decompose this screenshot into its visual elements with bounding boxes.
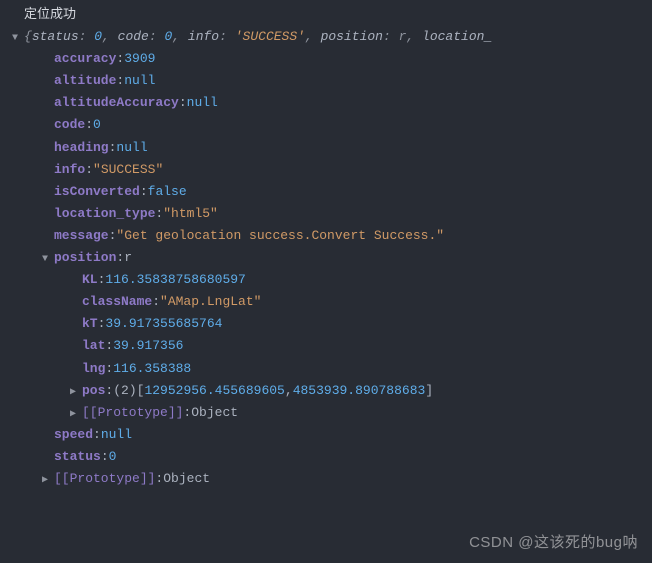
object-summary-preview: {status: 0, code: 0, info: 'SUCCESS', po…	[24, 26, 492, 48]
prop-position-kt: kT: 39.917355685764	[8, 313, 652, 335]
prop-position-lat: lat: 39.917356	[8, 335, 652, 357]
expand-toggle-icon[interactable]	[70, 406, 82, 423]
prop-position[interactable]: position: r	[8, 247, 652, 269]
console-log-message: 定位成功	[8, 4, 652, 26]
watermark: CSDN @这该死的bug呐	[469, 530, 638, 556]
prop-isconverted: isConverted: false	[8, 181, 652, 203]
prop-info: info: "SUCCESS"	[8, 159, 652, 181]
expand-toggle-icon[interactable]	[42, 472, 54, 489]
prop-status: status: 0	[8, 446, 652, 468]
prop-prototype[interactable]: [[Prototype]]: Object	[8, 468, 652, 490]
prop-message: message: "Get geolocation success.Conver…	[8, 225, 652, 247]
prop-position-classname: className: "AMap.LngLat"	[8, 291, 652, 313]
prop-altitude: altitude: null	[8, 70, 652, 92]
expand-toggle-icon[interactable]	[12, 30, 24, 47]
prop-position-pos[interactable]: pos: (2) [12952956.455689605, 4853939.89…	[8, 380, 652, 402]
prop-speed: speed: null	[8, 424, 652, 446]
expand-toggle-icon[interactable]	[70, 384, 82, 401]
prop-location-type: location_type: "html5"	[8, 203, 652, 225]
prop-altitude-accuracy: altitudeAccuracy: null	[8, 92, 652, 114]
prop-heading: heading: null	[8, 137, 652, 159]
prop-position-prototype[interactable]: [[Prototype]]: Object	[8, 402, 652, 424]
prop-position-lng: lng: 116.358388	[8, 358, 652, 380]
prop-position-kl: KL: 116.35838758680597	[8, 269, 652, 291]
prop-code: code: 0	[8, 114, 652, 136]
prop-accuracy: accuracy: 3909	[8, 48, 652, 70]
expand-toggle-icon[interactable]	[42, 251, 54, 268]
object-summary-row[interactable]: {status: 0, code: 0, info: 'SUCCESS', po…	[8, 26, 652, 48]
